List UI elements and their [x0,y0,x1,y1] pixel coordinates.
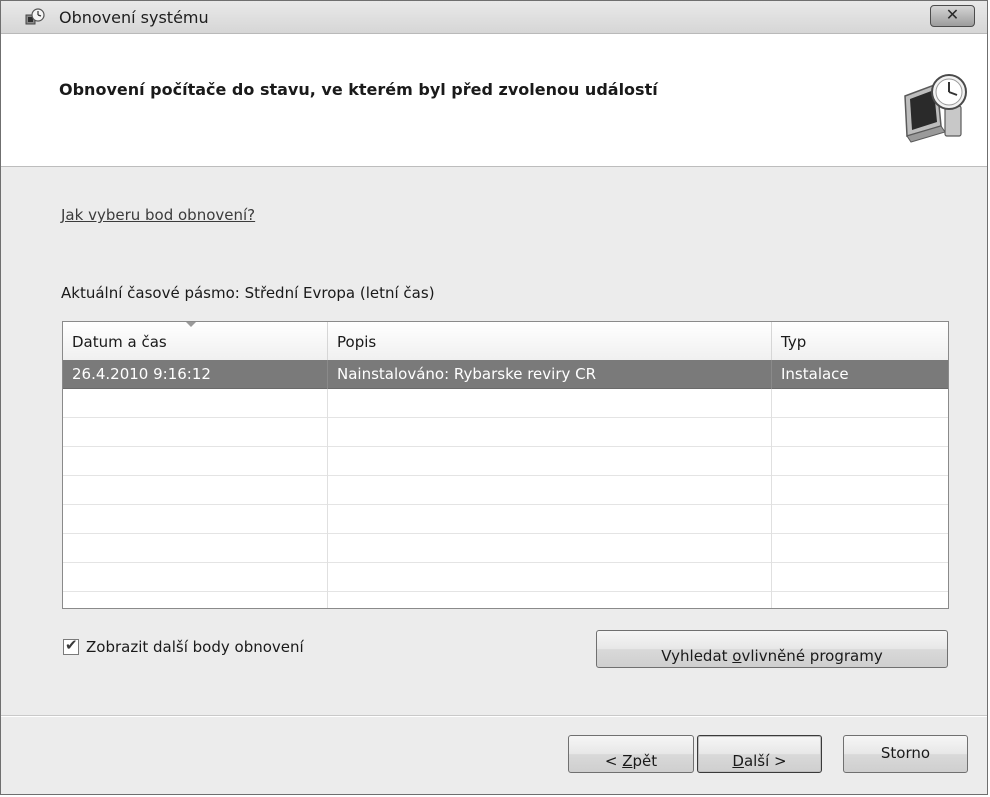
system-restore-clock-monitor-icon [904,74,967,143]
scan-affected-programs-button[interactable]: Vyhledat ovlivněné programy [596,630,948,668]
title-bar[interactable]: Obnovení systému ✕ [1,1,987,34]
close-icon: ✕ [945,5,960,24]
column-header-label: Popis [337,333,377,351]
column-header-label: Datum a čas [72,333,167,351]
checkmark-icon: ✔ [65,636,78,654]
show-more-checkbox[interactable]: ✔ [63,636,79,655]
empty-row [63,505,948,534]
system-restore-icon [25,8,45,25]
restore-points-table[interactable]: Datum a čas Popis Typ 26.4.2010 9:16:12 … [62,321,949,609]
table-header: Datum a čas Popis Typ [63,322,948,361]
footer-divider [1,715,987,717]
next-button[interactable]: Další > [697,735,822,773]
page-title: Obnovení počítače do stavu, ve kterém by… [59,80,658,99]
table-row[interactable]: 26.4.2010 9:16:12 Nainstalováno: Rybarsk… [63,360,948,389]
timezone-label: Aktuální časové pásmo: Střední Evropa (l… [61,284,435,302]
cell-description: Nainstalováno: Rybarske reviry CR [328,360,772,389]
cell-type: Instalace [781,365,849,383]
empty-row [63,418,948,447]
cancel-button[interactable]: Storno [843,735,968,773]
column-header-type[interactable]: Typ [772,322,948,360]
empty-row [63,476,948,505]
column-header-label: Typ [781,333,807,351]
column-header-description[interactable]: Popis [328,322,772,360]
empty-row [63,534,948,563]
show-more-label[interactable]: Zobrazit další body obnovení [86,638,304,656]
window-title: Obnovení systému [59,8,209,27]
close-button[interactable]: ✕ [930,5,975,27]
back-button[interactable]: < Zpět [568,735,694,773]
system-restore-window: Obnovení systému ✕ Obnovení počítače do … [0,0,988,795]
empty-row [63,592,948,608]
header-panel: Obnovení počítače do stavu, ve kterém by… [1,34,987,167]
cell-date: 26.4.2010 9:16:12 [63,360,328,389]
help-link[interactable]: Jak vyberu bod obnovení? [61,206,255,224]
sort-arrow-icon [185,322,197,327]
empty-row [63,389,948,418]
empty-row [63,447,948,476]
column-header-date[interactable]: Datum a čas [63,322,328,360]
empty-row [63,563,948,592]
